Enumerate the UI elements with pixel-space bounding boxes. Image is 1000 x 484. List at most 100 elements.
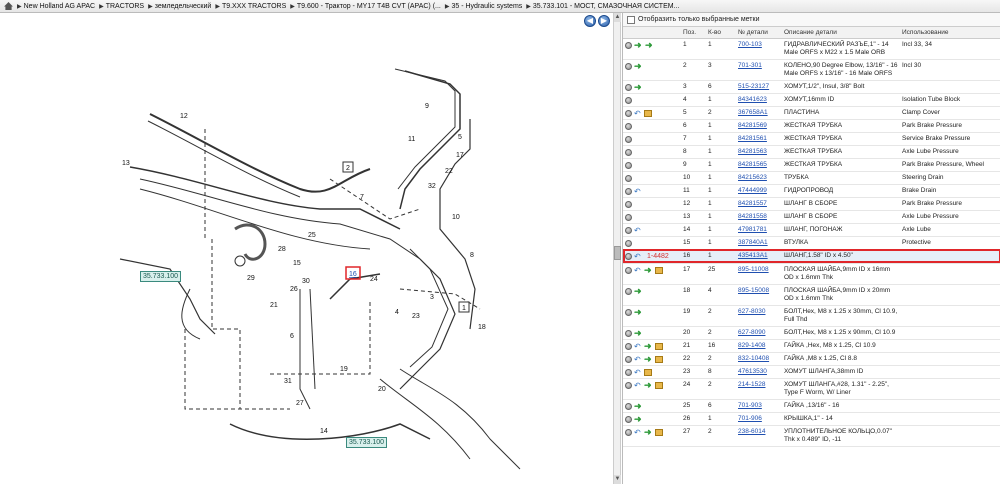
cell-part-number[interactable]: 47981781 xyxy=(736,223,782,237)
return-icon[interactable]: ↶ xyxy=(634,253,642,261)
return-icon[interactable]: ↶ xyxy=(634,428,642,436)
part-number-link[interactable]: 700-103 xyxy=(738,41,762,48)
return-icon[interactable]: ↶ xyxy=(634,109,642,117)
part-number-link[interactable]: 47613530 xyxy=(738,368,767,375)
table-row[interactable]: ➜ 3 6 515-23127 ХОМУТ,1/2", Insul, 3/8" Bolt xyxy=(623,80,1000,94)
callout-2[interactable]: 2 xyxy=(346,165,350,172)
callout-18[interactable]: 18 xyxy=(478,324,486,331)
table-row[interactable]: 4 1 84341623 ХОМУТ,16mm ID Isolation Tube Bl… xyxy=(623,93,1000,107)
callout-15[interactable]: 15 xyxy=(293,260,301,267)
info-icon[interactable] xyxy=(625,187,632,195)
table-row[interactable]: ↶ ➜ 24 2 214-1528 ХОМУТ ШЛАНГА,#28, 1.31" - 2… xyxy=(623,378,1000,400)
callout-13[interactable]: 13 xyxy=(122,160,130,167)
info-icon[interactable] xyxy=(625,329,632,337)
callout-30[interactable]: 30 xyxy=(302,278,310,285)
goto-arrow-icon[interactable]: ➜ xyxy=(634,61,643,70)
kit-box-icon[interactable] xyxy=(655,355,663,363)
part-number-link[interactable]: 84341623 xyxy=(738,96,767,103)
cell-part-number[interactable]: 238-6014 xyxy=(736,425,782,447)
table-row[interactable]: 15 1 387840A1 ВТУЛКА Protective xyxy=(623,236,1000,250)
info-icon[interactable] xyxy=(625,239,632,247)
part-number-link[interactable]: 832-10408 xyxy=(738,355,769,362)
goto-arrow-icon[interactable]: ➜ xyxy=(644,427,653,436)
part-number-link[interactable]: 515-23127 xyxy=(738,83,769,90)
info-icon[interactable] xyxy=(625,368,632,376)
kit-box-icon[interactable] xyxy=(655,266,663,274)
callout-28[interactable]: 28 xyxy=(278,246,286,253)
cell-part-number[interactable]: 435413A1 xyxy=(736,249,782,264)
back-button[interactable]: ◀ xyxy=(584,15,596,27)
callout-27[interactable]: 27 xyxy=(296,400,304,407)
return-icon[interactable]: ↶ xyxy=(634,226,642,234)
part-number-link[interactable]: 47981781 xyxy=(738,226,767,233)
info-icon[interactable] xyxy=(625,148,632,156)
cell-part-number[interactable]: 701-906 xyxy=(736,412,782,426)
callout-26[interactable]: 26 xyxy=(290,286,298,293)
table-row[interactable]: ➜ 18 4 895-15008 ПЛОСКАЯ ШАЙБА,9mm ID x 20mm… xyxy=(623,284,1000,306)
cell-part-number[interactable]: 84281569 xyxy=(736,119,782,133)
cell-part-number[interactable]: 701-301 xyxy=(736,59,782,81)
table-row[interactable]: ↶ 23 8 47613530 ХОМУТ ШЛАНГА,38mm ID xyxy=(623,365,1000,379)
table-row[interactable]: ➜ 2 3 701-301 КОЛЕНО,90 Degree Elbow, 13/16"… xyxy=(623,59,1000,81)
callout-20[interactable]: 20 xyxy=(378,386,386,393)
cell-part-number[interactable]: 84281561 xyxy=(736,132,782,146)
part-number-link[interactable]: 84215623 xyxy=(738,174,767,181)
callout-16-highlighted[interactable]: 16 xyxy=(349,271,357,278)
info-icon[interactable] xyxy=(625,200,632,208)
part-number-link[interactable]: 84281561 xyxy=(738,135,767,142)
part-number-link[interactable]: 701-301 xyxy=(738,62,762,69)
callout-23[interactable]: 23 xyxy=(412,313,420,320)
info-icon[interactable] xyxy=(625,62,632,70)
info-icon[interactable] xyxy=(625,415,632,423)
goto-arrow-icon[interactable]: ➜ xyxy=(634,414,643,423)
goto-arrow-icon[interactable]: ➜ xyxy=(634,286,643,295)
callout-6[interactable]: 6 xyxy=(290,333,294,340)
table-row[interactable]: ➜ ➜ 1 1 700-103 ГИДРАВЛИЧЕСКИЙ РАЗЪЕ,1" - 14 … xyxy=(623,38,1000,60)
info-icon[interactable] xyxy=(625,174,632,182)
info-icon[interactable] xyxy=(625,266,632,274)
part-number-link[interactable]: 435413A1 xyxy=(738,252,768,259)
callout-4[interactable]: 4 xyxy=(395,309,399,316)
cell-part-number[interactable]: 700-103 xyxy=(736,38,782,60)
goto-arrow-icon[interactable]: ➜ xyxy=(634,82,643,91)
info-icon[interactable] xyxy=(625,287,632,295)
callout-8[interactable]: 8 xyxy=(470,252,474,259)
table-row[interactable]: 12 1 84281557 ШЛАНГ В СБОРЕ Park Brake Press… xyxy=(623,197,1000,211)
cell-part-number[interactable]: 829-1408 xyxy=(736,339,782,353)
callout-14[interactable]: 14 xyxy=(320,428,328,435)
callout-19[interactable]: 19 xyxy=(340,366,348,373)
callout-1[interactable]: 1 xyxy=(462,305,466,312)
cell-part-number[interactable]: 84281558 xyxy=(736,210,782,224)
part-number-link[interactable]: 84281569 xyxy=(738,122,767,129)
kit-box-icon[interactable] xyxy=(644,368,652,376)
cell-part-number[interactable]: 832-10408 xyxy=(736,352,782,366)
part-number-link[interactable]: 84281557 xyxy=(738,200,767,207)
table-row[interactable]: ↶ ➜ 22 2 832-10408 ГАЙКА ,M8 x 1.25, Cl 8.8 xyxy=(623,352,1000,366)
callout-22[interactable]: 22 xyxy=(445,168,453,175)
cell-part-number[interactable]: 895-11008 xyxy=(736,263,782,285)
col-desc[interactable]: Описание детали xyxy=(782,27,900,39)
part-number-link[interactable]: 701-903 xyxy=(738,402,762,409)
crossref-link-top[interactable]: 35.733.100 xyxy=(140,271,182,282)
goto-arrow-icon[interactable]: ➜ xyxy=(634,328,643,337)
callout-31[interactable]: 31 xyxy=(284,378,292,385)
kit-box-icon[interactable] xyxy=(655,342,663,350)
show-selected-checkbox[interactable] xyxy=(627,15,635,24)
callout-3[interactable]: 3 xyxy=(430,294,434,301)
part-number-link[interactable]: 238-6014 xyxy=(738,428,765,435)
callout-24[interactable]: 24 xyxy=(370,276,378,283)
cell-part-number[interactable]: 387840A1 xyxy=(736,236,782,250)
breadcrumb-item[interactable]: ▶ T9.XXX TRACTORS xyxy=(215,3,286,10)
col-qty[interactable]: К-во xyxy=(706,27,736,39)
table-row[interactable]: ↶ ➜ 27 2 238-6014 УПЛОТНИТЕЛЬНОЕ КОЛЬЦО,0.07"… xyxy=(623,425,1000,447)
info-icon[interactable] xyxy=(625,428,632,436)
info-icon[interactable] xyxy=(625,213,632,221)
goto-arrow-icon[interactable]: ➜ xyxy=(644,265,653,274)
hydraulic-diagram[interactable]: 12 13 2 9 5 17 22 32 10 8 25 15 29 30 26… xyxy=(0,29,612,484)
scroll-down-arrow[interactable]: ▼ xyxy=(614,475,621,484)
info-icon[interactable] xyxy=(625,342,632,350)
breadcrumb-item[interactable]: ▶ 35.733.101 - МОСТ, СМАЗОЧНАЯ СИСТЕМ... xyxy=(526,3,679,10)
part-number-link[interactable]: 367658A1 xyxy=(738,109,768,116)
table-row[interactable]: ↶ ➜ 17 25 895-11008 ПЛОСКАЯ ШАЙБА,9mm ID x 16… xyxy=(623,263,1000,285)
return-icon[interactable]: ↶ xyxy=(634,266,642,274)
